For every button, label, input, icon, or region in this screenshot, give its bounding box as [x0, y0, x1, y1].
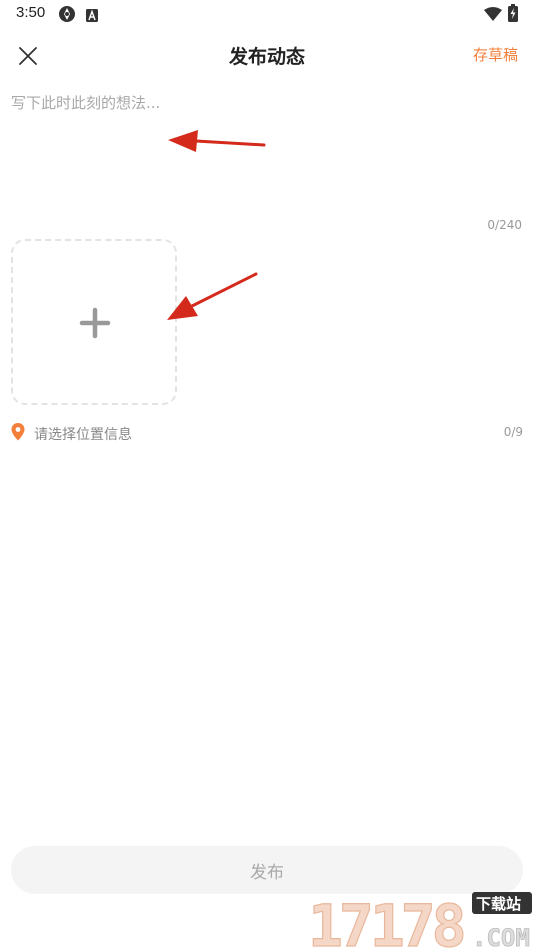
post-text-input[interactable] — [11, 92, 523, 212]
a-badge-icon — [86, 7, 98, 26]
char-counter: 0/240 — [487, 218, 522, 232]
page-title: 发布动态 — [228, 46, 305, 68]
wifi-icon — [484, 6, 502, 25]
location-selector[interactable]: 请选择位置信息 0/9 — [11, 422, 523, 444]
location-label: 请选择位置信息 — [34, 427, 132, 443]
svg-text:下载站: 下载站 — [476, 895, 521, 913]
arrow-annotation-image — [167, 272, 258, 320]
title-bar: 发布动态 存草稿 — [0, 30, 534, 80]
plus-icon — [79, 307, 111, 339]
save-draft-button[interactable]: 存草稿 — [473, 44, 518, 65]
image-counter: 0/9 — [503, 425, 523, 439]
svg-text:.COM: .COM — [472, 924, 530, 950]
add-image-button[interactable] — [11, 239, 177, 405]
status-time: 3:50 — [16, 4, 46, 21]
location-pin-icon — [11, 423, 25, 441]
site-watermark-logo: 17178 下载站 .COM — [308, 891, 532, 950]
battery-charging-icon — [508, 4, 518, 26]
svg-text:17178: 17178 — [308, 892, 464, 950]
sync-icon — [58, 5, 76, 27]
compose-post-screen: 3:50 发布动态 存草稿 写下此时此刻的想法... 0/240 请选择位置信息… — [0, 0, 534, 950]
publish-button[interactable]: 发布 — [11, 846, 523, 894]
status-bar: 3:50 — [0, 0, 534, 28]
